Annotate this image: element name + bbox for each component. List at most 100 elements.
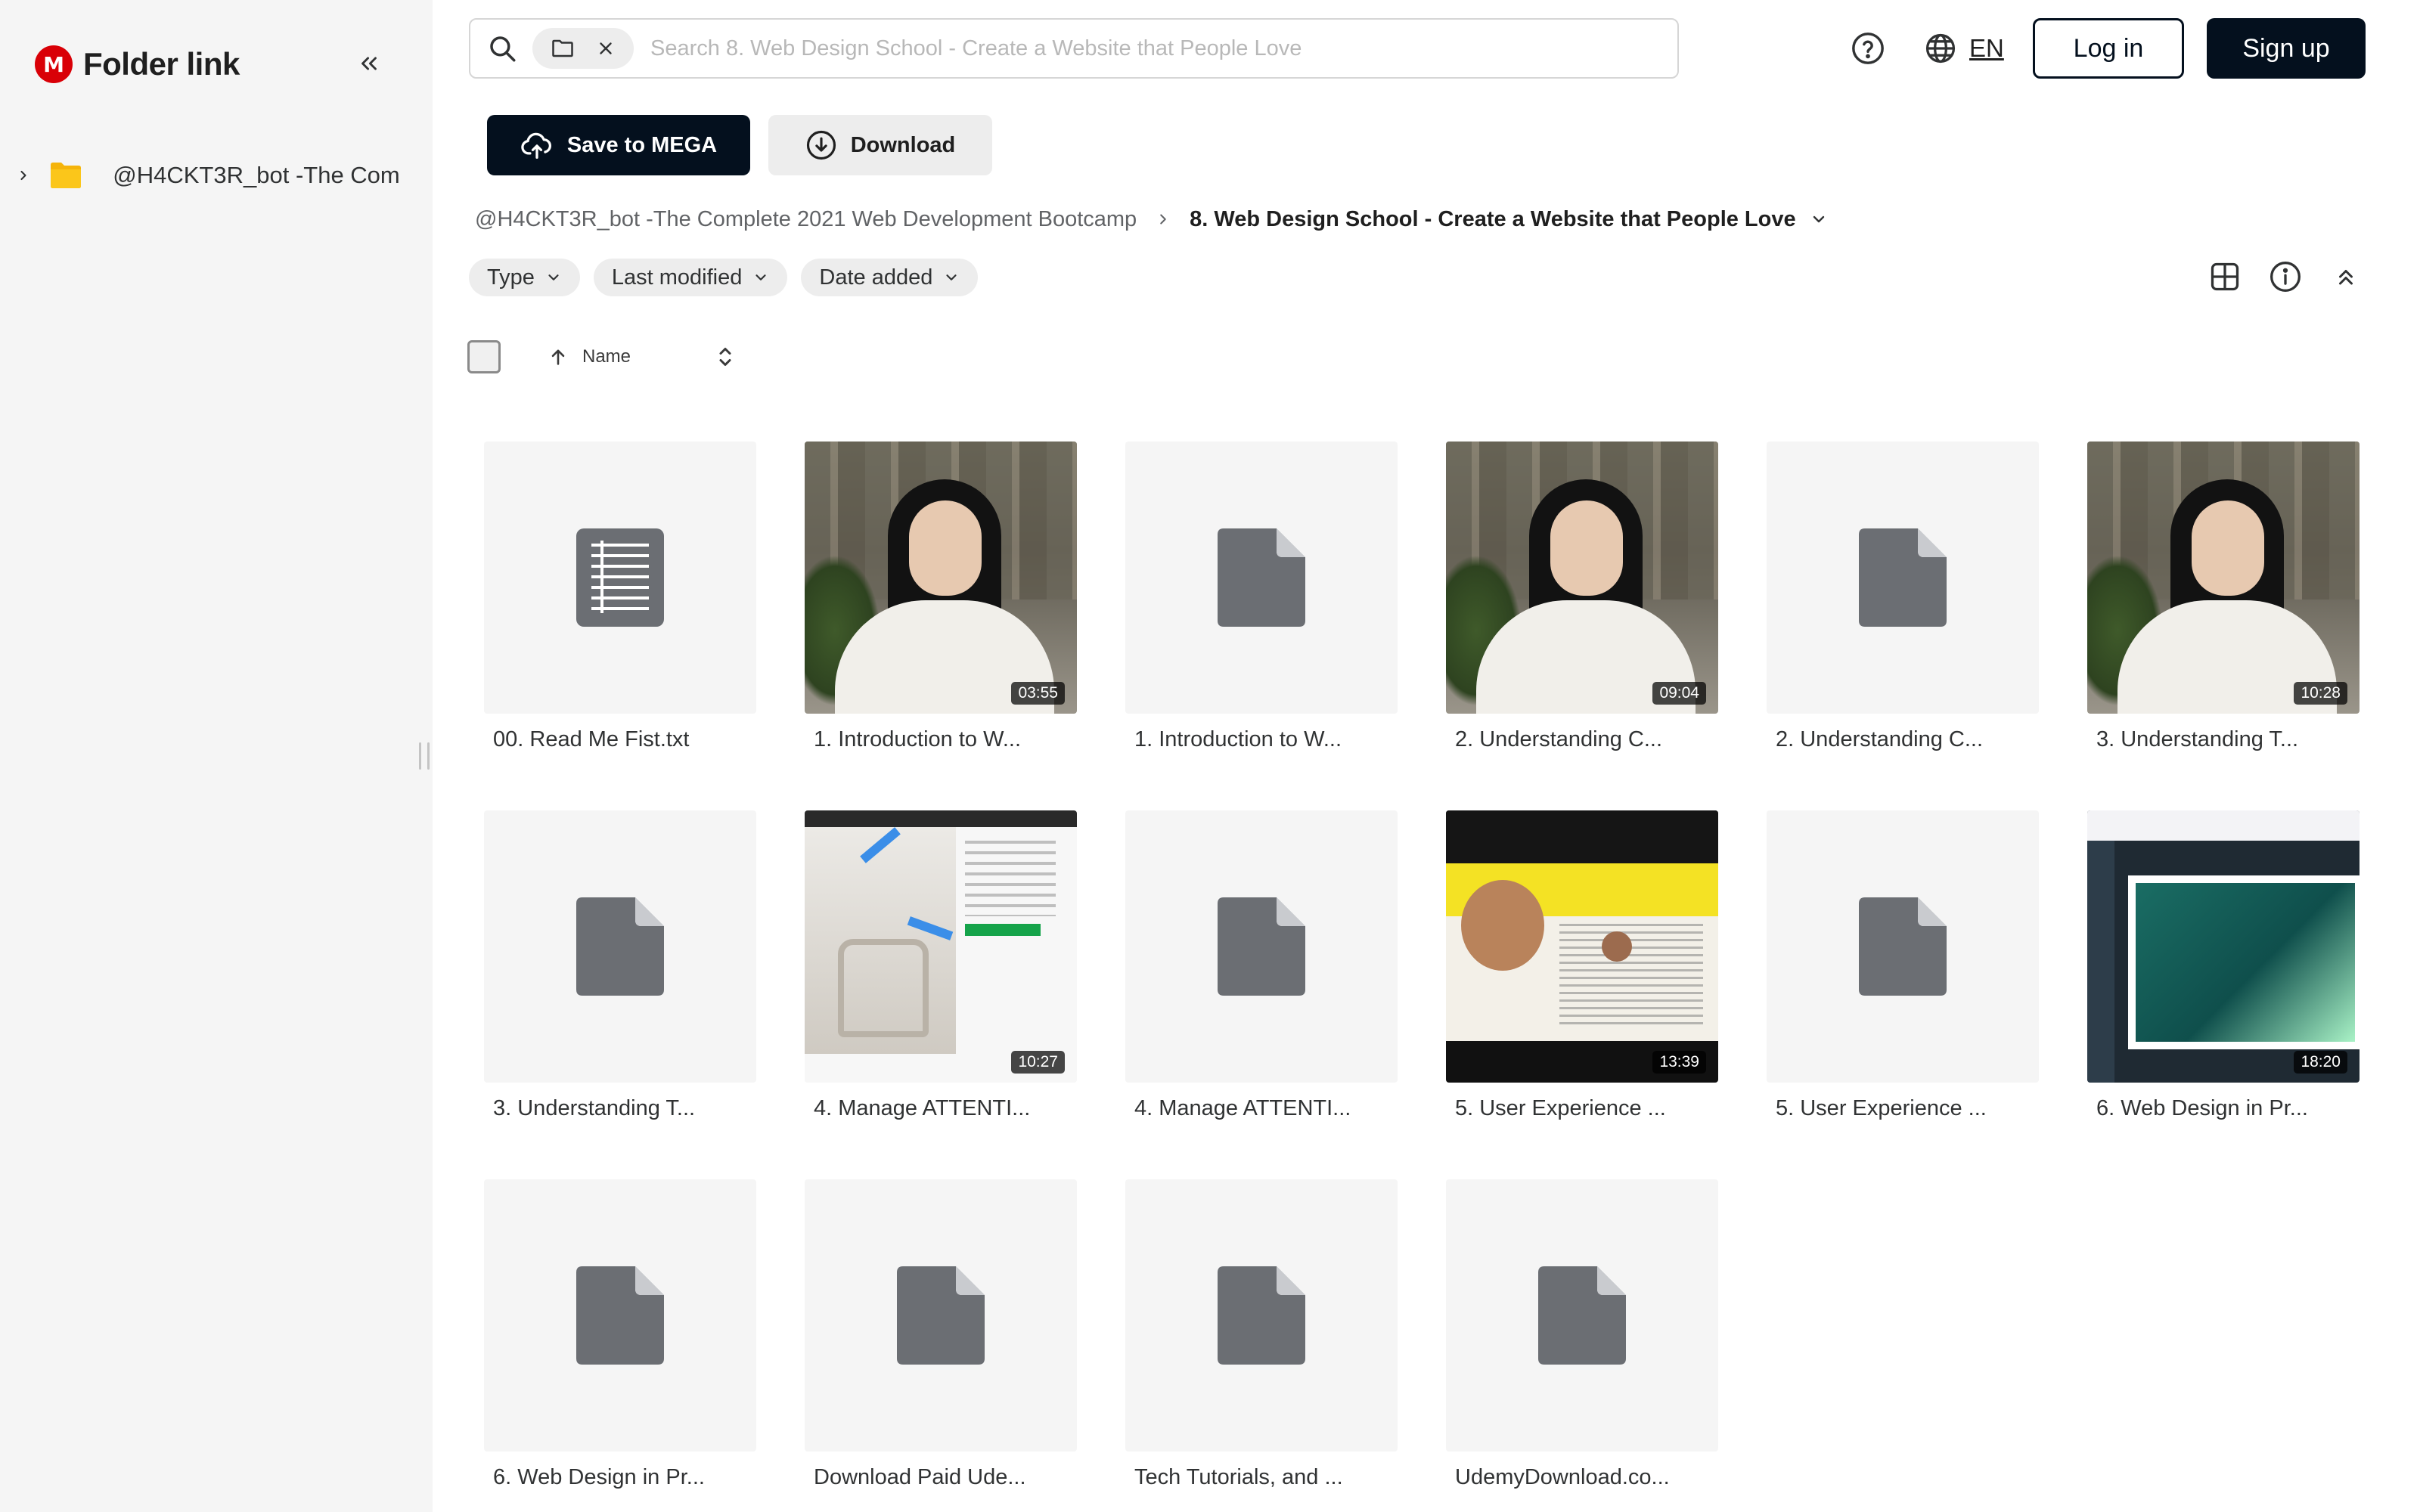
brand-title: Folder link [83,46,240,82]
file-thumbnail [1125,442,1398,714]
file-card[interactable]: Download Paid Ude... [805,1179,1077,1512]
expand-chevron-icon[interactable] [14,168,33,183]
collapse-header-button[interactable] [2326,257,2366,296]
filter-date-added[interactable]: Date added [801,259,979,296]
sort-order-toggle[interactable] [714,340,737,373]
search-scope-chip [532,28,634,69]
filter-type-label: Type [487,265,535,290]
download-label: Download [850,132,956,157]
help-button[interactable] [1848,29,1888,68]
file-name: Tech Tutorials, and ... [1134,1465,1343,1489]
search-input[interactable] [650,36,1677,61]
file-name: 4. Manage ATTENTI... [814,1096,1031,1120]
file-name: 2. Understanding C... [1455,727,1663,751]
file-card[interactable]: 5. User Experience ... [1767,810,2039,1179]
folder-icon [49,162,82,189]
grid-view-button[interactable] [2205,257,2245,296]
breadcrumb-current: 8. Web Design School - Create a Website … [1190,206,1796,231]
collapse-sidebar-button[interactable] [349,44,389,83]
file-name: 2. Understanding C... [1776,727,1984,751]
file-thumbnail [805,1179,1077,1452]
search-icon[interactable] [484,30,520,67]
file-card[interactable]: 13:39 5. User Experience ... [1446,810,1718,1179]
file-name: Download Paid Ude... [814,1465,1026,1489]
language-label: EN [1969,34,2004,62]
file-card[interactable]: 09:04 2. Understanding C... [1446,442,1718,810]
file-card[interactable]: 03:55 1. Introduction to W... [805,442,1077,810]
video-preview-image [805,442,1077,714]
grid-view-icon [2211,262,2239,291]
file-name: 5. User Experience ... [1455,1096,1666,1120]
signup-button[interactable]: Sign up [2207,18,2366,79]
file-thumbnail: 10:28 [2087,442,2360,714]
breadcrumb-root[interactable]: @H4CKT3R_bot -The Complete 2021 Web Deve… [475,207,1137,232]
save-to-mega-button[interactable]: Save to MEGA [487,115,750,175]
generic-file-icon [1218,897,1305,996]
file-card[interactable]: 6. Web Design in Pr... [484,1179,756,1512]
select-all-checkbox[interactable] [467,340,501,373]
generic-file-icon [576,1266,664,1365]
file-card[interactable]: 00. Read Me Fist.txt [484,442,756,810]
file-card[interactable]: 1. Introduction to W... [1125,442,1398,810]
language-selector[interactable]: EN [1924,29,2004,68]
view-tools [2205,257,2366,296]
video-preview-image [2087,810,2360,1083]
filter-type[interactable]: Type [469,259,580,296]
file-name: 5. User Experience ... [1776,1096,1987,1120]
info-button[interactable] [2266,257,2305,296]
video-preview-image [1446,442,1718,714]
sidebar-tree-item-root-folder[interactable]: @H4CKT3R_bot -The Com [14,156,407,195]
file-thumbnail [484,442,756,714]
file-grid: 00. Read Me Fist.txt 03:55 1. Introduction… [484,442,2360,1512]
file-thumbnail [1125,810,1398,1083]
file-thumbnail [1767,810,2039,1083]
video-duration-badge: 18:20 [2294,1051,2347,1074]
generic-file-icon [1218,1266,1305,1365]
filter-date-added-label: Date added [819,265,933,290]
file-card[interactable]: 18:20 6. Web Design in Pr... [2087,810,2360,1179]
chevron-down-icon [946,274,957,280]
download-circle-icon [806,130,836,160]
generic-file-icon [1218,528,1305,627]
download-button[interactable]: Download [768,115,992,175]
file-name: 6. Web Design in Pr... [493,1465,705,1489]
breadcrumb-menu-chevron-down-icon[interactable] [1810,210,1828,228]
file-card[interactable]: UdemyDownload.co... [1446,1179,1718,1512]
file-card[interactable]: 10:28 3. Understanding T... [2087,442,2360,810]
mega-logo-icon: M [35,45,73,83]
file-thumbnail [1125,1179,1398,1452]
file-card[interactable]: 10:27 4. Manage ATTENTI... [805,810,1077,1179]
sort-chevrons-icon [719,348,731,366]
file-name: UdemyDownload.co... [1455,1465,1670,1489]
file-card[interactable]: 2. Understanding C... [1767,442,2039,810]
brand[interactable]: M Folder link [35,45,240,83]
help-circle-icon [1852,33,1884,64]
sidebar: M Folder link @H4CKT3R_bot -The Com [0,0,433,1512]
file-name: 1. Introduction to W... [814,727,1022,751]
file-thumbnail: 09:04 [1446,442,1718,714]
generic-file-icon [1538,1266,1626,1365]
clear-scope-close-icon[interactable] [596,39,616,58]
file-name: 1. Introduction to W... [1134,727,1342,751]
video-preview-image [1446,810,1718,1083]
login-button[interactable]: Log in [2033,18,2184,79]
video-preview-image [2087,442,2360,714]
arrow-up-icon [551,349,565,365]
file-card[interactable]: Tech Tutorials, and ... [1125,1179,1398,1512]
video-duration-badge: 13:39 [1652,1051,1706,1074]
file-name: 3. Understanding T... [2096,727,2299,751]
video-duration-badge: 10:27 [1011,1051,1065,1074]
file-thumbnail [484,1179,756,1452]
filter-bar: Type Last modified Date added [469,259,979,296]
file-card[interactable]: 4. Manage ATTENTI... [1125,810,1398,1179]
generic-file-icon [897,1266,985,1365]
sort-by-name[interactable]: Name [548,339,631,375]
chevron-down-icon [548,274,559,280]
sidebar-resize-handle[interactable] [419,742,430,770]
file-thumbnail [1446,1179,1718,1452]
file-card[interactable]: 3. Understanding T... [484,810,756,1179]
file-thumbnail: 13:39 [1446,810,1718,1083]
chevron-down-icon [755,274,766,280]
double-chevron-up-icon [2339,270,2353,285]
filter-last-modified[interactable]: Last modified [593,259,788,296]
